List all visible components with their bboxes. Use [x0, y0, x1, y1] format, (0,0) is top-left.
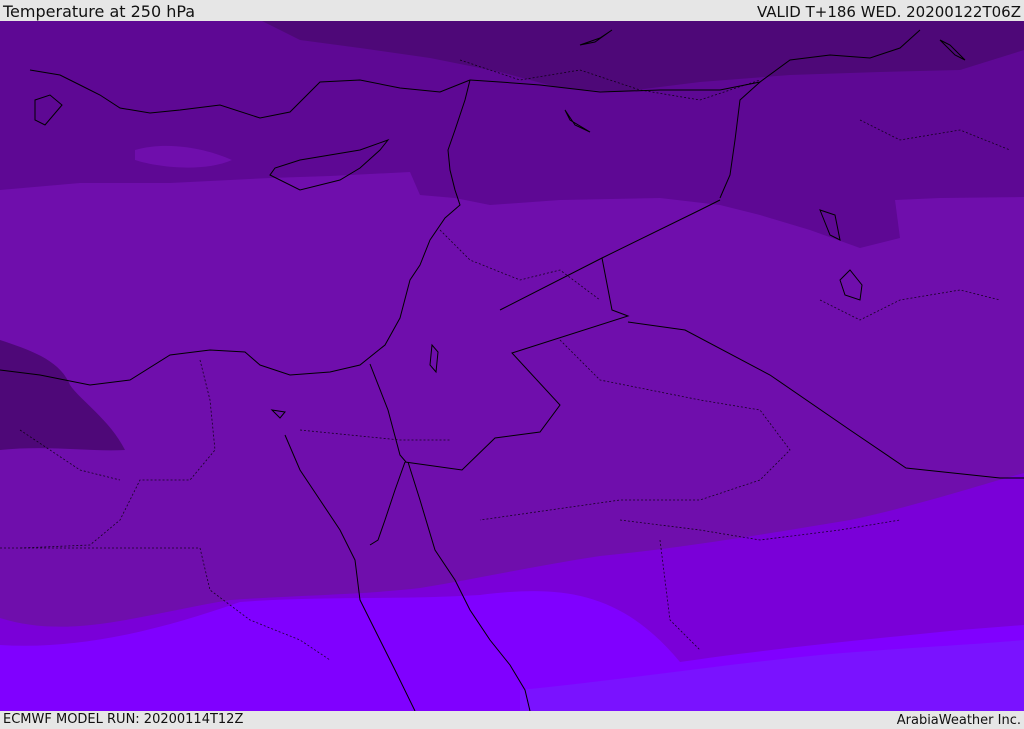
model-run-label: ECMWF MODEL RUN: 20200114T12Z [3, 712, 244, 727]
weather-map [0, 21, 1024, 711]
footer-bar: ECMWF MODEL RUN: 20200114T12Z ArabiaWeat… [0, 711, 1024, 729]
credit-label: ArabiaWeather Inc. [896, 713, 1021, 728]
map-title: Temperature at 250 hPa [3, 2, 196, 21]
header-bar: Temperature at 250 hPa VALID T+186 WED. … [0, 0, 1024, 21]
valid-time: VALID T+186 WED. 20200122T06Z [756, 3, 1021, 21]
